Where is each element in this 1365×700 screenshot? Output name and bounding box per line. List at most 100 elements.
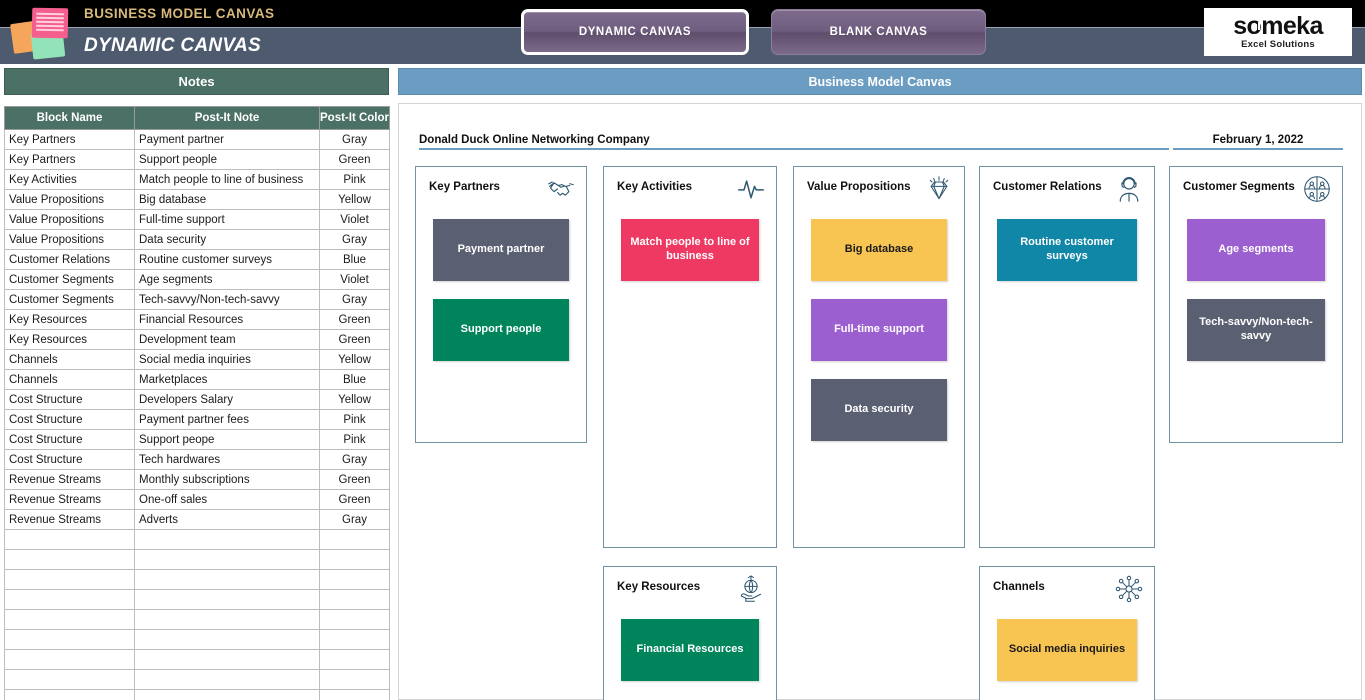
table-row[interactable]: Channels Social media inquiries Yellow (4, 349, 390, 370)
post-it-note[interactable]: Age segments (1187, 219, 1325, 281)
cell-post-it-color[interactable]: Yellow (319, 189, 390, 210)
table-row[interactable]: Channels Marketplaces Blue (4, 369, 390, 390)
table-row[interactable] (4, 569, 390, 590)
post-it-note[interactable]: Full-time support (811, 299, 947, 361)
table-row[interactable]: Key Activities Match people to line of bu… (4, 169, 390, 190)
post-it-note[interactable]: Support people (433, 299, 569, 361)
cell-post-it-note[interactable]: Support peope (134, 429, 320, 450)
canvas-block-value-propositions[interactable]: Value Propositions Big database Full-time … (793, 166, 965, 548)
cell-post-it-color[interactable]: Gray (319, 449, 390, 470)
cell-post-it-color[interactable] (319, 649, 390, 670)
cell-post-it-note[interactable]: Tech-savvy/Non-tech-savvy (134, 289, 320, 310)
cell-post-it-color[interactable] (319, 629, 390, 650)
cell-post-it-color[interactable]: Green (319, 149, 390, 170)
table-row[interactable]: Revenue Streams Monthly subscriptions Gree… (4, 469, 390, 490)
cell-post-it-note[interactable]: Marketplaces (134, 369, 320, 390)
cell-post-it-color[interactable]: Blue (319, 249, 390, 270)
cell-post-it-note[interactable]: Data security (134, 229, 320, 250)
cell-post-it-note[interactable]: Monthly subscriptions (134, 469, 320, 490)
cell-post-it-note[interactable]: Match people to line of business (134, 169, 320, 190)
cell-post-it-note[interactable]: Support people (134, 149, 320, 170)
table-row[interactable]: Revenue Streams Adverts Gray (4, 509, 390, 530)
post-it-note[interactable]: Tech-savvy/Non-tech-savvy (1187, 299, 1325, 361)
cell-post-it-note[interactable]: Developers Salary (134, 389, 320, 410)
cell-post-it-color[interactable] (319, 549, 390, 570)
cell-block-name[interactable] (4, 569, 135, 590)
cell-block-name[interactable] (4, 529, 135, 550)
cell-block-name[interactable]: Key Partners (4, 149, 135, 170)
cell-post-it-color[interactable]: Green (319, 309, 390, 330)
table-row[interactable]: Value Propositions Big database Yellow (4, 189, 390, 210)
canvas-block-key-partners[interactable]: Key Partners Payment partner Support peopl… (415, 166, 587, 443)
post-it-note[interactable]: Big database (811, 219, 947, 281)
table-row[interactable] (4, 649, 390, 670)
post-it-note[interactable]: Financial Resources (621, 619, 759, 681)
cell-block-name[interactable]: Cost Structure (4, 429, 135, 450)
cell-block-name[interactable]: Key Resources (4, 309, 135, 330)
canvas-block-key-activities[interactable]: Key Activities Match people to line of bu… (603, 166, 777, 548)
cell-block-name[interactable]: Value Propositions (4, 189, 135, 210)
cell-block-name[interactable]: Value Propositions (4, 229, 135, 250)
cell-block-name[interactable] (4, 609, 135, 630)
cell-post-it-color[interactable]: Yellow (319, 389, 390, 410)
canvas-block-key-resources[interactable]: Key Resources Financial Resources (603, 566, 777, 700)
cell-post-it-note[interactable]: Payment partner fees (134, 409, 320, 430)
cell-block-name[interactable]: Key Activities (4, 169, 135, 190)
cell-post-it-note[interactable] (134, 689, 320, 700)
cell-block-name[interactable]: Value Propositions (4, 209, 135, 230)
canvas-block-channels[interactable]: Channels Social media inquiries (979, 566, 1155, 700)
table-row[interactable]: Key Partners Payment partner Gray (4, 129, 390, 150)
cell-block-name[interactable]: Channels (4, 349, 135, 370)
cell-block-name[interactable]: Customer Segments (4, 269, 135, 290)
cell-post-it-color[interactable]: Pink (319, 169, 390, 190)
cell-post-it-color[interactable]: Blue (319, 369, 390, 390)
cell-post-it-color[interactable] (319, 669, 390, 690)
cell-post-it-note[interactable]: Development team (134, 329, 320, 350)
cell-block-name[interactable]: Revenue Streams (4, 469, 135, 490)
cell-post-it-color[interactable]: Pink (319, 409, 390, 430)
post-it-note[interactable]: Routine customer surveys (997, 219, 1137, 281)
table-row[interactable]: Cost Structure Developers Salary Yellow (4, 389, 390, 410)
cell-post-it-note[interactable]: Age segments (134, 269, 320, 290)
table-row[interactable] (4, 549, 390, 570)
cell-post-it-color[interactable] (319, 689, 390, 700)
canvas-block-customer-relations[interactable]: Customer Relations Routine customer surve… (979, 166, 1155, 548)
table-row[interactable] (4, 629, 390, 650)
cell-post-it-note[interactable]: Big database (134, 189, 320, 210)
cell-post-it-note[interactable]: Payment partner (134, 129, 320, 150)
table-row[interactable]: Cost Structure Tech hardwares Gray (4, 449, 390, 470)
cell-post-it-note[interactable]: Full-time support (134, 209, 320, 230)
table-row[interactable] (4, 529, 390, 550)
cell-post-it-color[interactable]: Yellow (319, 349, 390, 370)
canvas-date-field[interactable]: February 1, 2022 (1173, 134, 1343, 150)
cell-block-name[interactable] (4, 549, 135, 570)
blank-canvas-button[interactable]: BLANK CANVAS (771, 9, 986, 55)
table-row[interactable]: Key Resources Development team Green (4, 329, 390, 350)
cell-post-it-color[interactable] (319, 569, 390, 590)
table-row[interactable]: Key Partners Support people Green (4, 149, 390, 170)
cell-post-it-color[interactable]: Gray (319, 509, 390, 530)
cell-block-name[interactable] (4, 689, 135, 700)
cell-post-it-color[interactable] (319, 609, 390, 630)
cell-post-it-note[interactable]: Routine customer surveys (134, 249, 320, 270)
cell-block-name[interactable] (4, 649, 135, 670)
cell-block-name[interactable]: Key Partners (4, 129, 135, 150)
cell-block-name[interactable]: Channels (4, 369, 135, 390)
cell-post-it-note[interactable] (134, 669, 320, 690)
table-row[interactable]: Customer Segments Tech-savvy/Non-tech-sav… (4, 289, 390, 310)
cell-post-it-note[interactable] (134, 629, 320, 650)
cell-block-name[interactable]: Revenue Streams (4, 509, 135, 530)
table-row[interactable]: Customer Segments Age segments Violet (4, 269, 390, 290)
cell-post-it-note[interactable] (134, 649, 320, 670)
table-row[interactable]: Revenue Streams One-off sales Green (4, 489, 390, 510)
table-row[interactable]: Value Propositions Full-time support Viole… (4, 209, 390, 230)
cell-post-it-color[interactable]: Gray (319, 229, 390, 250)
post-it-note[interactable]: Data security (811, 379, 947, 441)
table-row[interactable]: Customer Relations Routine customer surve… (4, 249, 390, 270)
cell-post-it-color[interactable]: Violet (319, 209, 390, 230)
cell-post-it-color[interactable] (319, 589, 390, 610)
table-row[interactable]: Key Resources Financial Resources Green (4, 309, 390, 330)
cell-block-name[interactable]: Cost Structure (4, 409, 135, 430)
company-name-field[interactable]: Donald Duck Online Networking Company (419, 134, 1169, 150)
cell-block-name[interactable]: Revenue Streams (4, 489, 135, 510)
